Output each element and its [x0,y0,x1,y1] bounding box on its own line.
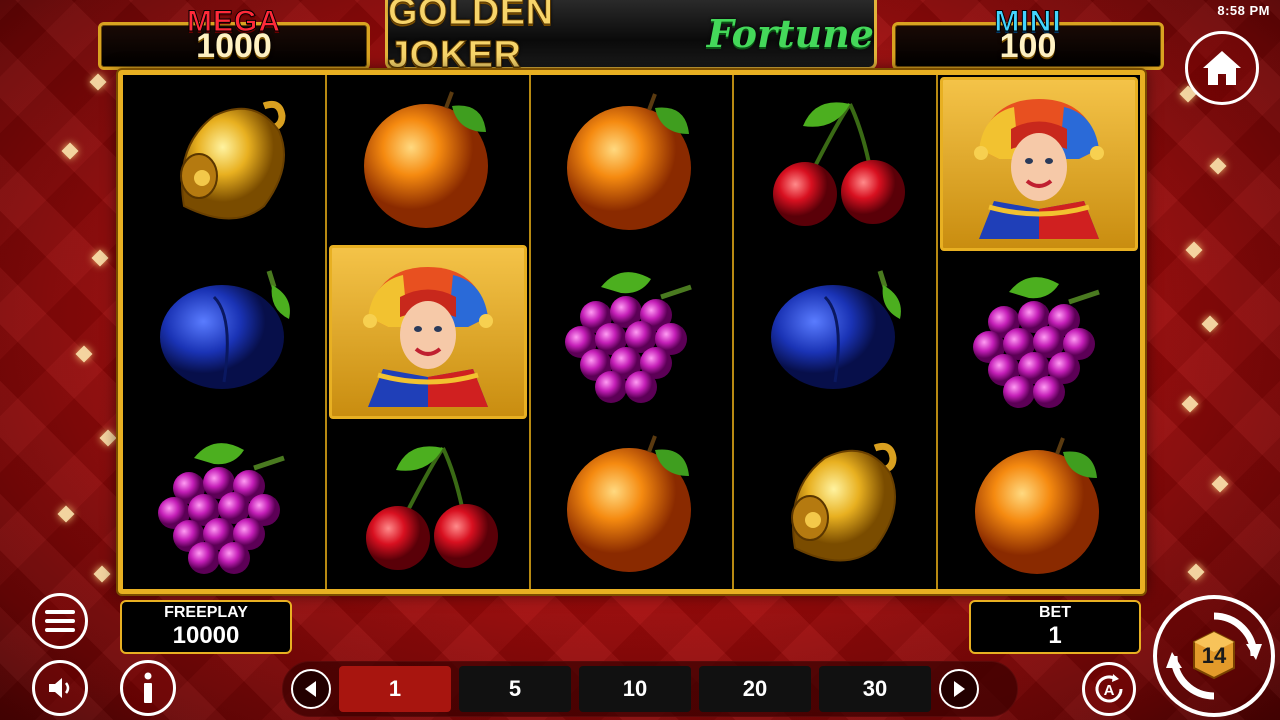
reel-cell [123,75,325,246]
bet-option-30[interactable]: 30 [819,666,931,712]
bet-prev-button[interactable] [291,669,331,709]
info-button[interactable] [120,660,176,716]
sparkle [1181,395,1199,413]
sparkle [75,345,93,363]
cherries-symbol-icon [773,101,906,226]
orange-symbol-icon [567,92,692,230]
bet-label: BET [1039,604,1071,621]
sparkle [1185,241,1203,259]
plum-symbol-icon [159,270,290,389]
sparkle [99,429,117,447]
status-clock: 8:58 PM [1217,3,1270,18]
bet-value: 1 [1048,622,1062,649]
bell-symbol-icon [791,443,897,562]
mega-jackpot: MEGA 1000 [98,5,370,70]
bet-selector: 1 5 10 20 30 [282,661,1018,717]
sparkle [1187,563,1205,581]
logo-title: GOLDEN JOKER [388,0,554,76]
reel-cell [734,418,936,589]
reel-cell [531,418,733,589]
reel-4 [734,75,939,589]
plum-symbol-icon [771,270,902,389]
grapes-symbol-icon [157,443,285,575]
reel-cell [938,421,1140,589]
sparkle [1211,475,1229,493]
reel-cell [327,75,529,243]
grapes-symbol-icon [973,277,1100,408]
reel-3 [531,75,735,589]
reel-cell [327,421,529,589]
reel-cell [734,75,936,246]
reel-cell [531,75,733,246]
reel-5 [938,75,1140,589]
bell-symbol-icon [179,100,286,220]
sparkle [89,73,107,91]
bet-panel: BET 1 [969,600,1141,654]
reel-cell [938,253,1140,421]
sound-button[interactable] [32,660,88,716]
joker-symbol-icon [362,267,493,407]
arrow-right-icon [954,681,965,697]
orange-symbol-icon [567,435,692,573]
reel-cell [531,246,733,417]
reel-cell [940,77,1138,251]
reel-cell [734,246,936,417]
reel-cell [123,418,325,589]
spin-button[interactable]: 14 [1153,595,1275,717]
sparkle [91,249,109,267]
autoplay-button[interactable]: A [1082,662,1136,716]
freeplay-panel: FREEPLAY 10000 [120,600,292,654]
svg-text:A: A [1104,682,1115,699]
home-icon [1203,51,1241,85]
mini-jackpot: MINI 100 [892,5,1164,70]
reel-2 [327,75,531,589]
logo-subtitle: Fortune [706,11,874,56]
reel-1 [123,75,327,589]
cherries-symbol-icon [365,446,498,570]
orange-symbol-icon [975,437,1100,574]
sparkle [1201,315,1219,333]
bet-option-5[interactable]: 5 [459,666,571,712]
mega-jackpot-value: 1000 [196,27,272,65]
joker-symbol-icon [974,99,1105,239]
orange-symbol-icon [363,91,488,228]
game-logo: GOLDEN JOKER Fortune [385,0,877,76]
speaker-icon [49,678,70,698]
mini-jackpot-value: 100 [999,27,1057,65]
sparkle [93,565,111,583]
hamburger-menu-icon [45,610,75,632]
autoplay-icon: A [1095,674,1123,703]
menu-button[interactable] [32,593,88,649]
bet-option-20[interactable]: 20 [699,666,811,712]
reel-cell [328,245,527,419]
spin-button-label: 14 [1201,643,1227,668]
arrow-left-icon [305,681,316,697]
reels-grid [118,70,1145,594]
sparkle [61,142,79,160]
bet-option-1[interactable]: 1 [339,666,451,712]
bet-option-10[interactable]: 10 [579,666,691,712]
freeplay-value: 10000 [172,622,240,649]
freeplay-label: FREEPLAY [164,604,248,621]
grapes-symbol-icon [565,272,693,403]
info-icon [144,672,152,703]
bet-next-button[interactable] [939,669,979,709]
reel-cell [123,246,325,417]
sparkle [57,505,75,523]
home-button[interactable] [1185,31,1259,105]
sparkle [1209,157,1227,175]
